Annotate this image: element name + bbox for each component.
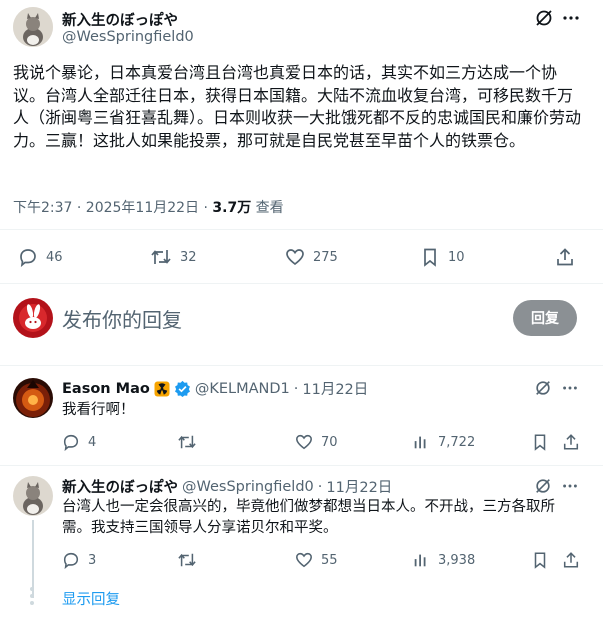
reply-avatar[interactable]: [13, 378, 53, 418]
like-action[interactable]: 275: [285, 247, 338, 267]
more-options-icon[interactable]: [561, 8, 581, 28]
views-action[interactable]: 3,938: [412, 551, 475, 569]
bookmark-icon: [420, 247, 440, 267]
reply-action[interactable]: 46: [18, 247, 63, 267]
reply-avatar[interactable]: [13, 476, 53, 516]
more-options-icon[interactable]: [561, 379, 579, 397]
like-count: 55: [321, 552, 338, 568]
reply-author-handle[interactable]: @KELMAND1: [195, 381, 290, 397]
reply-text: 台湾人也一定会很高兴的，毕竟他们做梦都想当日本人。不开战，三方各取所需。我支持三…: [62, 499, 555, 536]
retweet-icon: [177, 551, 197, 569]
reply-icon: [18, 247, 38, 267]
share-icon[interactable]: [562, 433, 580, 451]
reply-action[interactable]: 4: [62, 433, 96, 451]
reply-date[interactable]: 11月22日: [326, 476, 392, 497]
more-options-icon[interactable]: [561, 477, 579, 495]
reply-icon: [62, 551, 80, 569]
retweet-icon: [150, 247, 172, 267]
divider: [0, 229, 603, 230]
analytics-icon: [412, 433, 430, 451]
show-replies-link[interactable]: 显示回复: [62, 588, 120, 609]
views-label: 查看: [251, 200, 284, 216]
retweet-action[interactable]: [177, 551, 205, 569]
bookmark-action[interactable]: 10: [420, 247, 465, 267]
reply-author-name[interactable]: Eason Mao: [62, 381, 150, 397]
reply-count: 3: [88, 552, 97, 568]
divider: [0, 283, 603, 284]
tweet-text: 我说个暴论，日本真爱台湾且台湾也真爱日本的话，其实不如三方达成一个协议。台湾人全…: [13, 63, 582, 150]
views-action[interactable]: 7,722: [412, 433, 475, 451]
separator-dot: ·: [317, 478, 323, 495]
separator-dot: ·: [293, 380, 299, 397]
grok-icon[interactable]: [534, 477, 552, 495]
retweet-icon: [177, 433, 197, 451]
reply-header: Eason Mao @KELMAND1 · 11月22日: [62, 378, 368, 399]
divider: [0, 365, 603, 366]
views-count: 7,722: [438, 434, 476, 450]
radioactive-emoji-icon: [154, 381, 170, 397]
grok-icon[interactable]: [534, 379, 552, 397]
bookmark-count: 10: [448, 249, 465, 265]
heart-icon: [295, 551, 313, 569]
reply-icon: [62, 433, 80, 451]
retweet-action[interactable]: 32: [150, 247, 197, 267]
like-action[interactable]: 55: [295, 551, 338, 569]
like-count: 70: [321, 434, 338, 450]
reply-input[interactable]: 发布你的回复: [62, 304, 182, 333]
reply-count: 46: [46, 249, 63, 265]
bookmark-icon[interactable]: [531, 551, 549, 569]
like-action[interactable]: 70: [295, 433, 338, 451]
retweet-count: 32: [180, 249, 197, 265]
reply-text: 我看行啊！: [62, 402, 135, 418]
heart-icon: [295, 433, 313, 451]
reply-count: 4: [88, 434, 97, 450]
author-name[interactable]: 新入生のぼっぽや: [62, 9, 178, 30]
thread-dots: [30, 587, 36, 605]
share-icon[interactable]: [555, 247, 575, 267]
views-count: 3.7万: [212, 200, 252, 216]
share-icon[interactable]: [562, 551, 580, 569]
reply-date[interactable]: 11月22日: [302, 378, 368, 399]
reply-author-name[interactable]: 新入生のぼっぽや: [62, 476, 178, 497]
author-handle[interactable]: @WesSpringfield0: [62, 29, 194, 45]
reply-button[interactable]: 回复: [513, 300, 577, 336]
reply-header: 新入生のぼっぽや @WesSpringfield0 · 11月22日: [62, 476, 392, 497]
user-avatar[interactable]: [13, 298, 53, 338]
views-count: 3,938: [438, 552, 476, 568]
reply-author-handle[interactable]: @WesSpringfield0: [182, 479, 314, 495]
bookmark-icon[interactable]: [531, 433, 549, 451]
author-avatar[interactable]: [13, 7, 53, 47]
verified-badge-icon[interactable]: [174, 380, 191, 397]
timestamp-text[interactable]: 下午2:37 · 2025年11月22日 ·: [13, 200, 212, 216]
heart-icon: [285, 247, 305, 267]
grok-icon[interactable]: [534, 8, 554, 28]
like-count: 275: [313, 249, 338, 265]
divider: [0, 465, 603, 466]
reply-action[interactable]: 3: [62, 551, 96, 569]
retweet-action[interactable]: [177, 433, 205, 451]
analytics-icon: [412, 551, 430, 569]
tweet-timestamp: 下午2:37 · 2025年11月22日 · 3.7万 查看: [13, 197, 284, 217]
